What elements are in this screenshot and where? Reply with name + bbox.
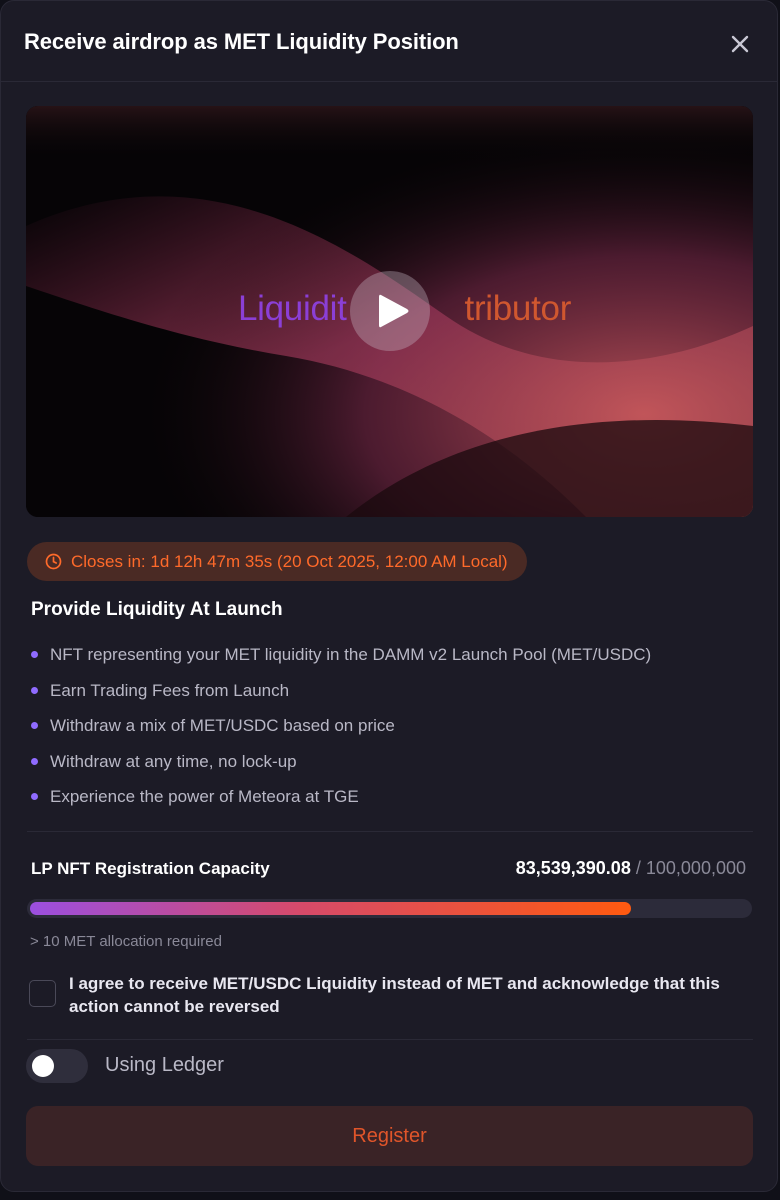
bullet-dot [31,722,38,729]
capacity-separator: / [635,858,641,878]
capacity-label: LP NFT Registration Capacity [31,859,270,878]
benefits-list: NFT representing your MET liquidity in t… [31,643,651,821]
section-divider [27,1039,753,1040]
minimum-allocation-note: > 10 MET allocation required [30,933,222,950]
list-item-text: Earn Trading Fees from Launch [50,680,290,700]
modal-title: Receive airdrop as MET Liquidity Positio… [24,29,459,54]
close-icon [731,35,749,53]
video-caption-part-1: Liquidit [238,289,347,328]
header-divider [1,81,777,82]
section-title: Provide Liquidity At Launch [31,599,283,620]
list-item: Earn Trading Fees from Launch [31,679,651,715]
bullet-dot [31,793,38,800]
video-player[interactable]: Liquidit tributor [26,106,753,517]
capacity-values: 83,539,390.08 / 100,000,000 [516,858,746,879]
countdown-text: Closes in: 1d 12h 47m 35s (20 Oct 2025, … [71,551,508,571]
capacity-progress-bar [27,899,752,918]
bullet-dot [31,686,38,694]
bullet-dot [31,757,38,765]
capacity-current: 83,539,390.08 [515,858,631,878]
list-item-text: Withdraw at any time, no lock-up [50,751,297,771]
agree-label[interactable]: I agree to receive MET/USDC Liquidity in… [69,972,749,1018]
section-divider [27,831,753,832]
list-item-text: Experience the power of Meteora at TGE [50,787,359,806]
agree-checkbox[interactable] [29,980,56,1007]
list-item: Experience the power of Meteora at TGE [31,785,651,821]
list-item: Withdraw a mix of MET/USDC based on pric… [31,714,651,750]
clock-icon [45,553,62,570]
countdown-badge: Closes in: 1d 12h 47m 35s (20 Oct 2025, … [27,542,527,581]
ledger-label: Using Ledger [105,1054,224,1076]
list-item: Withdraw at any time, no lock-up [31,750,651,786]
play-icon [379,294,409,328]
close-button[interactable] [724,28,756,60]
capacity-progress-fill [30,902,631,915]
register-button[interactable]: Register [26,1106,753,1166]
bullet-dot [31,651,38,658]
play-button[interactable] [350,271,430,351]
ledger-toggle[interactable] [26,1049,88,1083]
capacity-total: 100,000,000 [645,858,746,878]
airdrop-modal: Receive airdrop as MET Liquidity Positio… [0,0,778,1192]
list-item-text: NFT representing your MET liquidity in t… [50,645,652,664]
toggle-knob [32,1055,54,1077]
list-item: NFT representing your MET liquidity in t… [31,643,651,679]
video-caption-part-2: tributor [464,289,572,328]
list-item-text: Withdraw a mix of MET/USDC based on pric… [50,716,395,735]
